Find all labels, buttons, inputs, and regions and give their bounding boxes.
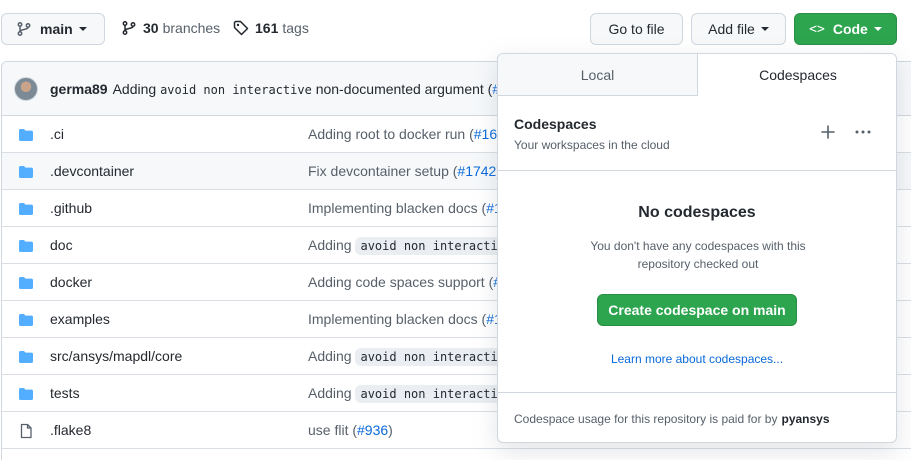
- file-commit-message[interactable]: Adding avoid non interactive: [308, 348, 518, 366]
- commit-pr-link[interactable]: #16: [474, 126, 497, 142]
- folder-icon: [18, 201, 34, 220]
- folder-icon: [18, 164, 34, 183]
- tags-link[interactable]: 161 tags: [233, 20, 309, 36]
- commit-msg-prefix: use flit (: [308, 422, 358, 438]
- file-commit-message[interactable]: use flit (#936): [308, 422, 393, 438]
- commit-msg-prefix: Adding: [308, 385, 356, 401]
- commit-msg-prefix: Adding: [308, 348, 356, 364]
- footer-text: Codespace usage for this repository is p…: [514, 411, 778, 426]
- chevron-down-icon: [78, 27, 87, 31]
- commit-msg-code: avoid non interactive: [355, 237, 518, 255]
- codespaces-header: Codespaces Your workspaces in the cloud: [498, 96, 896, 171]
- folder-icon: [18, 238, 34, 257]
- file-commit-message[interactable]: Adding root to docker run (#16: [308, 126, 497, 142]
- file-name[interactable]: tests: [50, 385, 80, 401]
- commit-message-suffix: non-documented argument (: [315, 80, 493, 97]
- commit-msg-code: avoid non interactive: [355, 348, 518, 366]
- empty-state-description: You don't have any codespaces with this …: [590, 239, 806, 271]
- branches-count: 30: [143, 20, 159, 36]
- kebab-horizontal-icon[interactable]: [853, 122, 873, 142]
- file-name[interactable]: .github: [50, 200, 92, 216]
- commit-message[interactable]: Adding avoid non interactive non-documen…: [113, 81, 508, 97]
- git-branch-icon: [17, 22, 31, 36]
- file-commit-message[interactable]: Implementing blacken docs (#1: [308, 311, 502, 327]
- file-name[interactable]: src/ansys/mapdl/core: [50, 348, 182, 364]
- file-commit-message[interactable]: Adding code spaces support (#: [308, 274, 501, 290]
- commit-msg-prefix: Adding root to docker run (: [308, 126, 474, 142]
- commit-msg-prefix: Implementing blacken docs (: [308, 200, 487, 216]
- learn-more-link[interactable]: Learn more about codespaces...: [498, 352, 896, 366]
- file-commit-message[interactable]: Adding avoid non interactive: [308, 237, 518, 255]
- go-to-file-label: Go to file: [608, 21, 665, 37]
- commit-pr-link[interactable]: #1742: [457, 163, 496, 179]
- code-popover: Local Codespaces Codespaces Your workspa…: [497, 53, 897, 443]
- commit-msg-prefix: Adding: [308, 237, 356, 253]
- branch-label: main: [40, 21, 73, 37]
- empty-state-title: No codespaces: [638, 204, 756, 221]
- go-to-file-button[interactable]: Go to file: [590, 13, 683, 45]
- commit-msg-suffix: ): [388, 422, 393, 438]
- file-name[interactable]: .flake8: [50, 422, 91, 438]
- commit-message-prefix: Adding: [112, 80, 157, 97]
- branches-label: branches: [162, 20, 221, 36]
- tags-count: 161: [255, 20, 279, 36]
- branch-selector-button[interactable]: main: [1, 13, 105, 45]
- commit-msg-prefix: Fix devcontainer setup (: [308, 163, 458, 179]
- add-file-label: Add file: [708, 21, 755, 37]
- folder-icon: [18, 275, 34, 294]
- file-commit-message[interactable]: Fix devcontainer setup (#1742): [308, 163, 501, 179]
- file-name[interactable]: docker: [50, 274, 92, 290]
- file-commit-message[interactable]: Implementing blacken docs (#1: [308, 200, 502, 216]
- tags-label: tags: [282, 20, 309, 36]
- commit-author[interactable]: germa89: [50, 81, 108, 97]
- git-branch-icon: [122, 21, 136, 35]
- codespaces-subtitle: Your workspaces in the cloud: [514, 138, 670, 152]
- folder-icon: [18, 349, 34, 368]
- footer-owner[interactable]: pyansys: [781, 412, 829, 426]
- code-button[interactable]: <> Code: [794, 13, 897, 45]
- folder-icon: [18, 312, 34, 331]
- codespaces-footer: Codespace usage for this repository is p…: [498, 392, 896, 442]
- popover-tabs: Local Codespaces: [498, 54, 896, 96]
- commit-pr-link[interactable]: #936: [357, 422, 388, 438]
- commit-msg-code: avoid non interactive: [355, 385, 518, 403]
- codespaces-title: Codespaces: [514, 116, 597, 132]
- folder-icon: [18, 386, 34, 405]
- add-file-button[interactable]: Add file: [691, 13, 786, 45]
- file-name[interactable]: examples: [50, 311, 110, 327]
- folder-icon: [18, 127, 34, 146]
- file-name[interactable]: .devcontainer: [50, 163, 134, 179]
- file-commit-message[interactable]: Adding avoid non interactive: [308, 385, 518, 403]
- plus-icon[interactable]: [818, 122, 838, 142]
- code-label: Code: [832, 21, 868, 37]
- chevron-down-icon: [760, 27, 769, 31]
- commit-msg-prefix: Implementing blacken docs (: [308, 311, 487, 327]
- commit-msg-prefix: Adding code spaces support (: [308, 274, 494, 290]
- commit-message-code: avoid non interactive: [160, 82, 312, 97]
- tab-codespaces[interactable]: Codespaces: [698, 54, 896, 96]
- code-icon: <>: [809, 21, 825, 37]
- avatar[interactable]: [14, 76, 38, 101]
- file-name[interactable]: .ci: [50, 126, 64, 142]
- create-codespace-button[interactable]: Create codespace on main: [597, 294, 797, 326]
- tab-local[interactable]: Local: [498, 54, 698, 96]
- chevron-down-icon: [873, 27, 882, 31]
- branches-link[interactable]: 30 branches: [121, 20, 220, 36]
- tag-icon: [233, 20, 249, 36]
- file-name[interactable]: doc: [50, 237, 73, 253]
- file-icon: [18, 423, 34, 442]
